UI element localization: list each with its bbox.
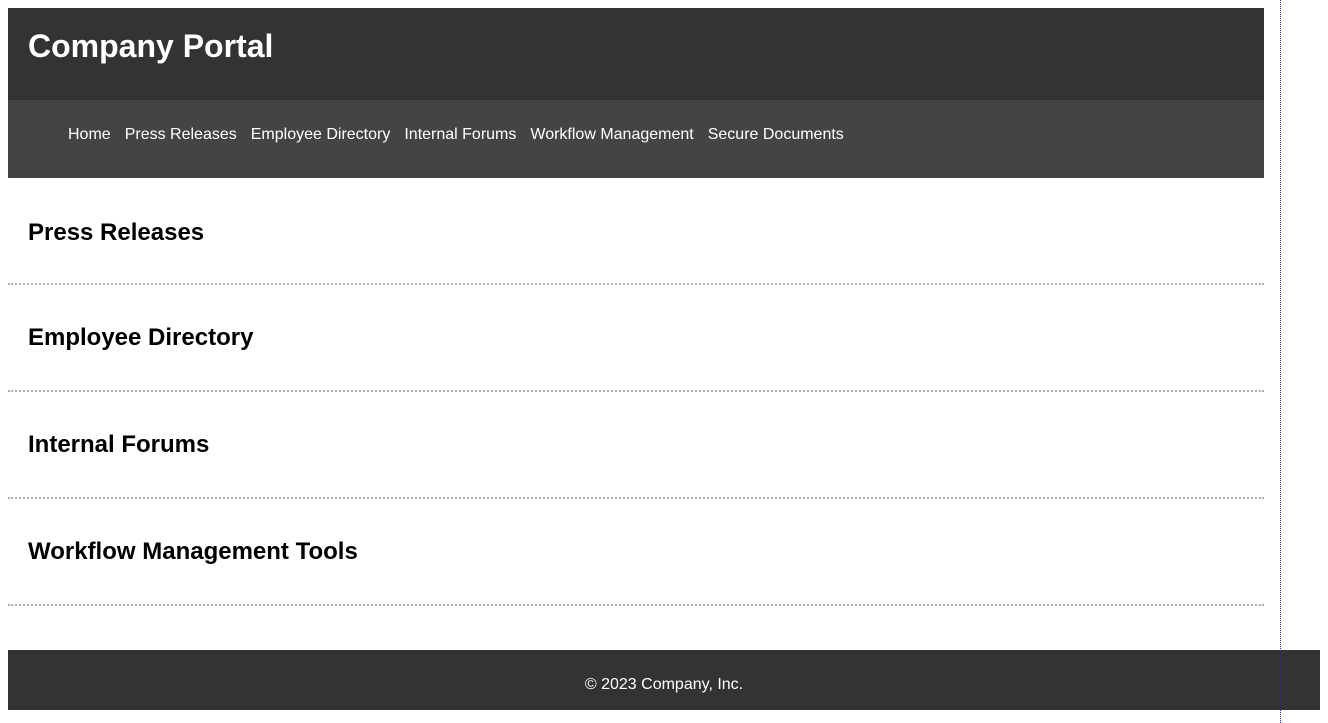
nav-link-press-releases[interactable]: Press Releases (125, 126, 237, 143)
nav-item-employee-directory: Employee Directory (251, 124, 391, 146)
section-title-internal-forums: Internal Forums (28, 431, 210, 458)
site-header: Company Portal (8, 8, 1264, 100)
site-footer: © 2023 Company, Inc. (8, 650, 1320, 710)
nav-link-internal-forums[interactable]: Internal Forums (404, 126, 516, 143)
section-employee-directory: Employee Directory (8, 285, 1264, 392)
nav-item-internal-forums: Internal Forums (404, 124, 516, 146)
nav-item-home: Home (68, 124, 111, 146)
page-container: Company Portal Home Press Releases Emplo… (8, 8, 1264, 656)
layout-guide-line (1280, 0, 1281, 723)
main-nav: Home Press Releases Employee Directory I… (8, 100, 1264, 178)
section-title-employee-directory: Employee Directory (28, 324, 254, 351)
nav-item-workflow-management: Workflow Management (530, 124, 693, 146)
section-title-workflow-management-tools: Workflow Management Tools (28, 538, 358, 565)
nav-link-employee-directory[interactable]: Employee Directory (251, 126, 391, 143)
page-title: Company Portal (28, 28, 274, 64)
section-secure-documents (8, 606, 1264, 656)
nav-item-secure-documents: Secure Documents (708, 124, 844, 146)
nav-link-secure-documents[interactable]: Secure Documents (708, 126, 844, 143)
nav-link-workflow-management[interactable]: Workflow Management (530, 126, 693, 143)
section-press-releases: Press Releases (8, 178, 1264, 285)
nav-list: Home Press Releases Employee Directory I… (28, 124, 1246, 146)
nav-item-press-releases: Press Releases (125, 124, 237, 146)
nav-link-home[interactable]: Home (68, 126, 111, 143)
section-workflow-management-tools: Workflow Management Tools (8, 499, 1264, 606)
section-title-press-releases: Press Releases (28, 219, 205, 246)
footer-copyright: © 2023 Company, Inc. (584, 676, 744, 693)
section-internal-forums: Internal Forums (8, 392, 1264, 499)
